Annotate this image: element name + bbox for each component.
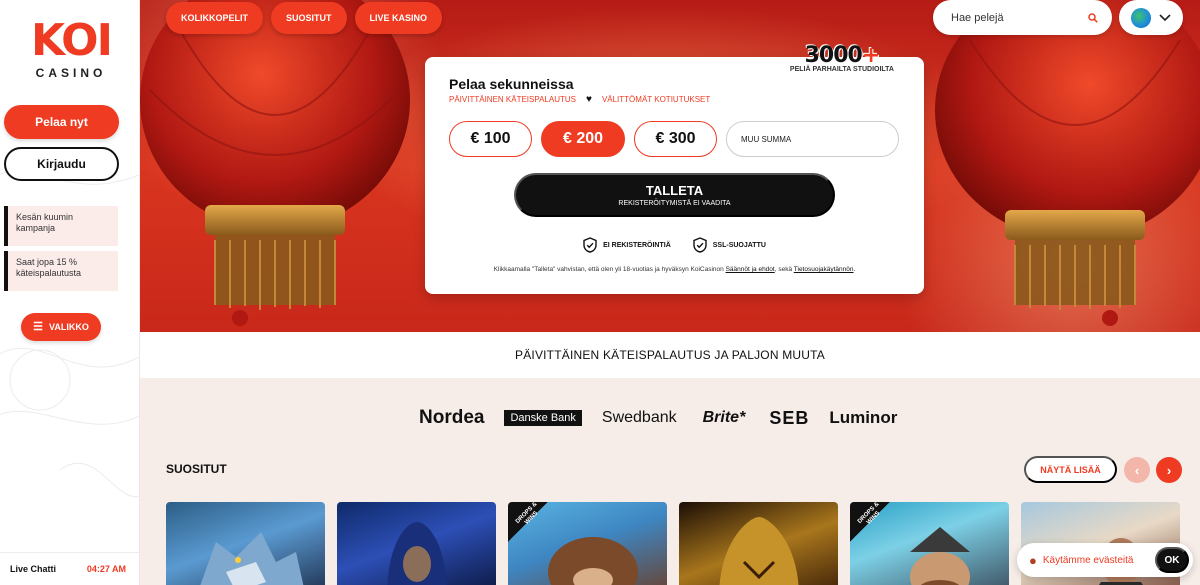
cookie-ok-button[interactable]: OK <box>1155 547 1189 573</box>
clock: 04:27 AM <box>86 564 126 574</box>
luminor-logo: Luminor <box>829 408 898 427</box>
terms-text: Klikkaamalla "Talleta" vahvistan, että o… <box>425 266 924 273</box>
cookie-notice: ● Käytämme evästeitä OK <box>1017 543 1193 577</box>
game-tile-cobra[interactable] <box>679 502 838 585</box>
search-icon[interactable] <box>1088 12 1098 23</box>
seb-logo: SEB <box>769 407 810 428</box>
swedbank-logo: Swedbank <box>601 409 677 426</box>
koi-casino-logo[interactable]: KOI CASINO <box>16 18 126 88</box>
game-tile-dog[interactable]: DROPS & WINS <box>508 502 667 585</box>
promo-summer-campaign[interactable]: Kesän kuumin kampanja <box>4 206 118 246</box>
right-lantern-image <box>935 0 1200 326</box>
menu-label: VALIKKO <box>49 322 89 332</box>
sidebar: KOI CASINO Pelaa nyt Kirjaudu Kesän kuum… <box>0 0 140 585</box>
cobra-art <box>719 517 799 585</box>
feature-instant-withdrawals: VÄLITTÖMÄT KOTIUTUKSET <box>601 95 711 104</box>
deposit-sublabel: REKISTERÖITYMISTÄ EI VAADITA <box>618 200 731 207</box>
trust-badges: EI REKISTERÖINTIÄ SSL-SUOJATTU <box>425 237 924 253</box>
hamburger-icon: ☰ <box>33 320 44 333</box>
bank-logos: Nordea Danske Bank Swedbank Brite* SEB L… <box>419 407 897 429</box>
cashback-banner: PÄIVITTÄINEN KÄTEISPALAUTUS JA PALJON MU… <box>140 332 1200 378</box>
other-amount-input[interactable] <box>726 121 899 157</box>
trust-ssl: SSL-SUOJATTU <box>693 237 766 253</box>
nordea-logo: Nordea <box>419 407 485 428</box>
promo-cashback[interactable]: Saat jopa 15 % käteispalautusta <box>4 251 118 291</box>
deposit-card: 3000+ PELIÄ PARHAILTA STUDIOILTA Pelaa s… <box>425 43 924 294</box>
terms-end: . <box>853 266 856 273</box>
sidebar-footer: Live Chatti 04:27 AM <box>0 552 139 585</box>
chevron-down-icon <box>1159 13 1171 21</box>
deposit-button[interactable]: TALLETA REKISTERÖITYMISTÄ EI VAADITA <box>514 173 835 217</box>
show-more-button[interactable]: NÄYTÄ LISÄÄ <box>1024 456 1117 483</box>
terms-pre: Klikkaamalla "Talleta" vahvistan, että o… <box>493 266 724 273</box>
shield-check-icon <box>583 237 597 253</box>
nav-slots[interactable]: KOLIKKOPELIT <box>166 2 263 34</box>
drops-wins-badge: DROPS & WINS <box>850 502 890 542</box>
card-features: PÄIVITTÄINEN KÄTEISPALAUTUS ♥ VÄLITTÖMÄT… <box>449 94 710 105</box>
language-selector[interactable] <box>1119 0 1183 35</box>
chevron-right-icon: › <box>1166 462 1172 478</box>
brite-logo: Brite* <box>702 409 746 426</box>
left-lantern-image <box>140 0 410 326</box>
live-chat-link[interactable]: Live Chatti <box>10 564 56 574</box>
shield-check-icon <box>693 237 707 253</box>
top-nav: KOLIKKOPELIT SUOSITUT LIVE KASINO <box>166 2 443 34</box>
amount-100-button[interactable]: € 100 <box>449 121 532 157</box>
search-input[interactable]: Hae pelejä <box>933 0 1112 35</box>
popular-section-title: SUOSITUT <box>166 462 227 476</box>
privacy-link[interactable]: Tietosuojakäytännön <box>794 266 854 273</box>
carousel-next-button[interactable]: › <box>1156 457 1182 483</box>
play-now-button[interactable]: Pelaa nyt <box>4 105 119 139</box>
trust-no-registration: EI REKISTERÖINTIÄ <box>583 237 671 253</box>
card-title: Pelaa sekunneissa <box>449 76 574 92</box>
carousel-prev-button[interactable]: ‹ <box>1124 457 1150 483</box>
amount-300-button[interactable]: € 300 <box>634 121 717 157</box>
wolf-art <box>200 532 304 585</box>
globe-icon <box>1131 7 1151 28</box>
hooded-figure-art <box>387 522 447 585</box>
chevron-left-icon: ‹ <box>1134 462 1140 478</box>
game-tile-hooded[interactable] <box>337 502 496 585</box>
logo-subtitle: CASINO <box>35 66 107 80</box>
heart-icon: ♥ <box>586 94 592 105</box>
games-count-badge: 3000+ PELIÄ PARHAILTA STUDIOILTA <box>790 43 894 73</box>
menu-button[interactable]: ☰ VALIKKO <box>21 313 101 341</box>
search-placeholder: Hae pelejä <box>951 11 1004 24</box>
badge-number: 3000 <box>804 43 863 68</box>
terms-link[interactable]: Säännöt ja ehdot <box>726 266 775 273</box>
cookie-icon: ● <box>1029 552 1037 568</box>
badge-subtitle: PELIÄ PARHAILTA STUDIOILTA <box>789 66 894 73</box>
login-button[interactable]: Kirjaudu <box>4 147 119 181</box>
deposit-label: TALLETA <box>645 183 704 198</box>
trust-ssl-label: SSL-SUOJATTU <box>712 241 766 249</box>
danske-bank-logo: Danske Bank <box>504 410 582 426</box>
drops-wins-badge: DROPS & WINS <box>508 502 548 542</box>
amount-200-button[interactable]: € 200 <box>541 121 625 157</box>
terms-mid: , sekä <box>774 266 793 273</box>
nav-popular[interactable]: SUOSITUT <box>271 2 347 34</box>
badge-plus: + <box>861 43 880 68</box>
nav-live-casino[interactable]: LIVE KASINO <box>354 2 443 34</box>
cookie-text: Käytämme evästeitä <box>1042 554 1134 566</box>
game-tile-wolf[interactable] <box>166 502 325 585</box>
logo-mark: KOI <box>31 15 113 66</box>
feature-cashback: PÄIVITTÄINEN KÄTEISPALAUTUS <box>449 95 576 104</box>
trust-no-registration-label: EI REKISTERÖINTIÄ <box>603 241 671 249</box>
game-tile-fisherman[interactable]: DROPS & WINS <box>850 502 1009 585</box>
